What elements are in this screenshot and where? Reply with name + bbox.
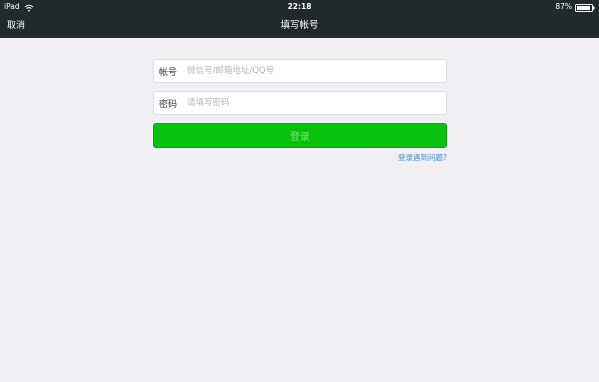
status-time: 22:18 bbox=[287, 2, 312, 11]
login-help-link[interactable]: 登录遇到问题? bbox=[398, 152, 447, 163]
navigation-bar: 取消 填写帐号 bbox=[0, 14, 599, 38]
password-input[interactable] bbox=[187, 93, 446, 113]
battery-percent: 87% bbox=[555, 2, 572, 11]
account-input[interactable] bbox=[187, 61, 446, 81]
status-right: 87% bbox=[555, 0, 595, 14]
login-form: 帐号 密码 登录 登录遇到问题? bbox=[153, 59, 447, 162]
page-title: 填写帐号 bbox=[280, 20, 319, 31]
status-bar: iPad 22:18 87% bbox=[0, 0, 599, 14]
account-field[interactable]: 帐号 bbox=[153, 59, 447, 83]
password-field[interactable]: 密码 bbox=[153, 91, 447, 115]
top-bar: iPad 22:18 87% 取消 填写帐号 bbox=[0, 0, 599, 38]
battery-icon bbox=[575, 3, 595, 12]
password-label: 密码 bbox=[159, 99, 178, 110]
login-button[interactable]: 登录 bbox=[153, 123, 447, 148]
account-label: 帐号 bbox=[159, 67, 178, 78]
